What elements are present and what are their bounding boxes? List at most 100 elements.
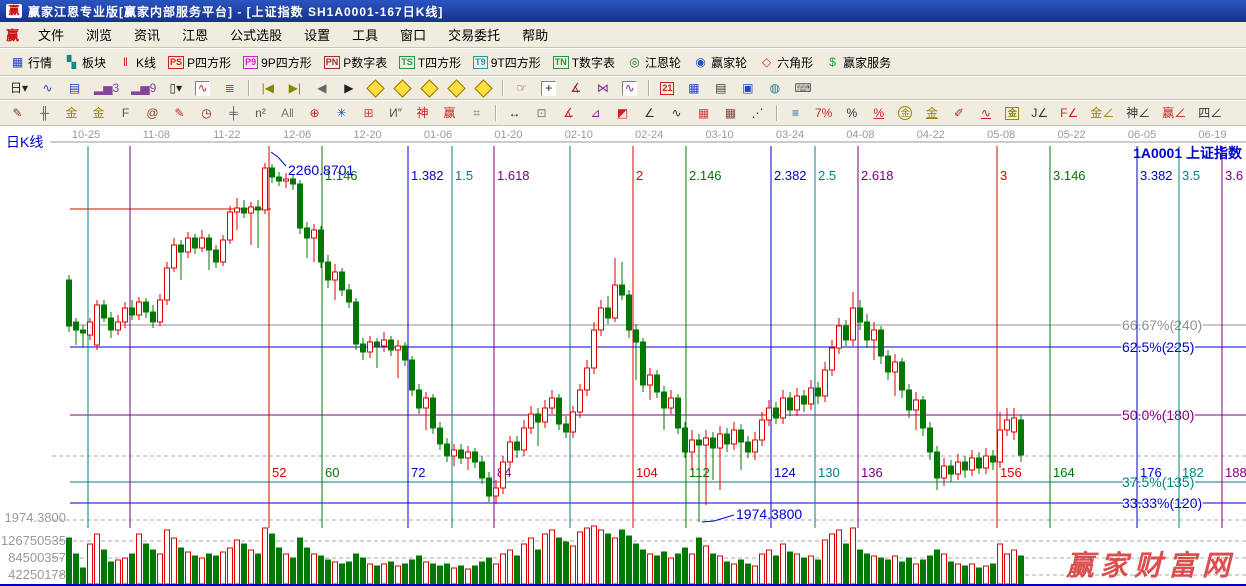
j-angle-tool[interactable]: J∠ bbox=[1025, 104, 1054, 123]
fan-tool[interactable]: ∡ bbox=[555, 104, 582, 123]
menu-window[interactable]: 窗口 bbox=[389, 23, 437, 46]
boxed-fan2-tool[interactable]: ◩ bbox=[609, 104, 636, 123]
winner-wheel-button[interactable]: ◉ 赢家轮 bbox=[687, 52, 753, 73]
ruler-tool[interactable]: ⌗ bbox=[463, 104, 490, 123]
kline-button[interactable]: ‖ K线 bbox=[112, 52, 162, 73]
9p-square-button[interactable]: P9 9P四方形 bbox=[237, 52, 318, 73]
angle-button[interactable]: ∡ bbox=[562, 79, 589, 98]
fibo-tool[interactable]: F bbox=[112, 104, 139, 123]
menu-help[interactable]: 帮助 bbox=[511, 23, 559, 46]
gann-circle-tool[interactable]: ⊕ bbox=[301, 104, 328, 123]
expand-button[interactable]: ↔ bbox=[416, 79, 443, 98]
save-button[interactable]: ▣ bbox=[734, 79, 761, 98]
p-number-table-button[interactable]: PN P数字表 bbox=[318, 52, 394, 73]
crosshair-button[interactable]: + bbox=[535, 79, 562, 98]
four-angle-tool[interactable]: 四∠ bbox=[1192, 104, 1228, 123]
next-bar-button[interactable]: ▶ bbox=[335, 79, 362, 98]
calculator-button[interactable]: ▦ bbox=[680, 79, 707, 98]
menu-file[interactable]: 文件 bbox=[27, 23, 75, 46]
gann-wheel-button[interactable]: ◎ 江恩轮 bbox=[621, 52, 687, 73]
draw-mode-button[interactable]: ∿ bbox=[189, 79, 216, 98]
zigzag-tool[interactable]: ∿ bbox=[663, 104, 690, 123]
info-button[interactable]: ▤ bbox=[61, 79, 88, 98]
golden-line-tool[interactable]: 金 bbox=[918, 104, 945, 123]
menu-trade[interactable]: 交易委托 bbox=[437, 23, 511, 46]
menu-browse[interactable]: 浏览 bbox=[75, 23, 123, 46]
percent-tool[interactable]: % bbox=[838, 104, 865, 123]
notes-button[interactable]: ▤ bbox=[707, 79, 734, 98]
f-angle-tool[interactable]: F∠ bbox=[1054, 104, 1084, 123]
channel-tool[interactable]: A‖ bbox=[274, 104, 301, 123]
fit-button[interactable]: ✳ bbox=[470, 79, 497, 98]
p-square-button[interactable]: PS P四方形 bbox=[162, 52, 237, 73]
menu-news[interactable]: 资讯 bbox=[123, 23, 171, 46]
golden-circle-tool[interactable]: 金 bbox=[892, 104, 918, 122]
pencil-tool[interactable]: ✎ bbox=[4, 104, 31, 123]
t-number-table-button[interactable]: TN T数字表 bbox=[547, 52, 621, 73]
first-bar-button[interactable]: |◀ bbox=[254, 79, 281, 98]
wave-line-tool[interactable]: ∿ bbox=[972, 104, 999, 123]
t-square-button[interactable]: TS T四方形 bbox=[393, 52, 467, 73]
hexagon-button[interactable]: ◇ 六角形 bbox=[753, 52, 819, 73]
matrix-tool[interactable]: ▦ bbox=[690, 104, 717, 123]
percent-line-tool[interactable]: 7% bbox=[809, 104, 838, 123]
shift-left-button[interactable]: ← bbox=[362, 79, 389, 98]
wave-mark-tool[interactable]: И″ bbox=[382, 104, 409, 123]
purple-draw-button[interactable]: ∿ bbox=[616, 79, 643, 98]
rays-tool[interactable]: ∠ bbox=[636, 104, 663, 123]
last-bar-button[interactable]: ▶| bbox=[281, 79, 308, 98]
box-tool[interactable]: ⊡ bbox=[528, 104, 555, 123]
ying-angle-tool[interactable]: 赢∠ bbox=[1156, 104, 1192, 123]
period-button[interactable]: 日▾ bbox=[4, 79, 34, 98]
golden-grid-tool[interactable]: 金 bbox=[58, 104, 85, 123]
parallel-tool[interactable]: ⋰ bbox=[744, 104, 771, 123]
starburst-tool[interactable]: ✳ bbox=[328, 104, 355, 123]
shift-right-button[interactable]: → bbox=[389, 79, 416, 98]
gann-tool-button[interactable]: ⋈ bbox=[589, 79, 616, 98]
marker-tool[interactable]: ✐ bbox=[945, 104, 972, 123]
quotes-button[interactable]: ▦ 行情 bbox=[4, 52, 58, 73]
chart9-button[interactable]: ▂▅9 bbox=[125, 79, 162, 98]
band-tool[interactable]: ≡ bbox=[782, 104, 809, 123]
client-button[interactable]: ⌨ bbox=[788, 79, 817, 98]
pan-button[interactable]: ☞ bbox=[508, 79, 535, 98]
menu-gann[interactable]: 江恩 bbox=[171, 23, 219, 46]
boxed-fan-tool[interactable]: ⊿ bbox=[582, 104, 609, 123]
menu-settings[interactable]: 设置 bbox=[293, 23, 341, 46]
menu-tools[interactable]: 工具 bbox=[341, 23, 389, 46]
sectors-button[interactable]: ▚ 板块 bbox=[58, 52, 112, 73]
calendar-button[interactable]: 21 bbox=[654, 80, 680, 97]
compress-button[interactable]: ✛ bbox=[443, 79, 470, 98]
menu-formula-picker[interactable]: 公式选股 bbox=[219, 23, 293, 46]
save-web-button[interactable]: ◍ bbox=[761, 79, 788, 98]
golden-angle-tool[interactable]: 金∠ bbox=[1084, 104, 1120, 123]
ying-tool[interactable]: 赢 bbox=[436, 104, 463, 123]
shen-angle-tool[interactable]: 神∠ bbox=[1120, 104, 1156, 123]
percent-level-tool[interactable]: % bbox=[865, 104, 892, 123]
grid-tool[interactable]: ╫ bbox=[31, 104, 58, 123]
golden-box-tool[interactable]: 金 bbox=[999, 105, 1025, 122]
candlestick bbox=[487, 478, 492, 496]
chart3-button[interactable]: ▂▅3 bbox=[88, 79, 125, 98]
shen-tool[interactable]: 神 bbox=[409, 104, 436, 123]
width-tool[interactable]: ↔ bbox=[501, 104, 528, 123]
candlestick bbox=[676, 398, 681, 428]
menu-items: 文件浏览资讯江恩公式选股设置工具窗口交易委托帮助 bbox=[27, 23, 559, 46]
candle-type-button[interactable]: ▯▾ bbox=[162, 79, 189, 98]
red-pencil-tool[interactable]: ✎ bbox=[166, 104, 193, 123]
time-grid-tool[interactable]: ╪ bbox=[220, 104, 247, 123]
trend-button[interactable]: ∿ bbox=[34, 79, 61, 98]
winner-service-button[interactable]: $ 赢家服务 bbox=[819, 52, 897, 73]
golden-grid2-tool[interactable]: 金 bbox=[85, 104, 112, 123]
matrix2-tool[interactable]: ▦ bbox=[717, 104, 744, 123]
kline-chart[interactable]: 10-2511-0811-2212-0612-2001-0601-2002-10… bbox=[0, 126, 1246, 586]
n2-tool[interactable]: n² bbox=[247, 104, 274, 123]
spiral-tool[interactable]: @ bbox=[139, 104, 166, 123]
volume-bar bbox=[858, 550, 863, 584]
9t-square-button[interactable]: T9 9T四方形 bbox=[467, 52, 547, 73]
price-dist-button[interactable]: ≣ bbox=[216, 79, 243, 98]
grid-star-tool[interactable]: ⊞ bbox=[355, 104, 382, 123]
percent-label: 62.5%(225) bbox=[1122, 339, 1194, 355]
cycle-tool[interactable]: ◷ bbox=[193, 104, 220, 123]
prev-bar-button[interactable]: ◀ bbox=[308, 79, 335, 98]
